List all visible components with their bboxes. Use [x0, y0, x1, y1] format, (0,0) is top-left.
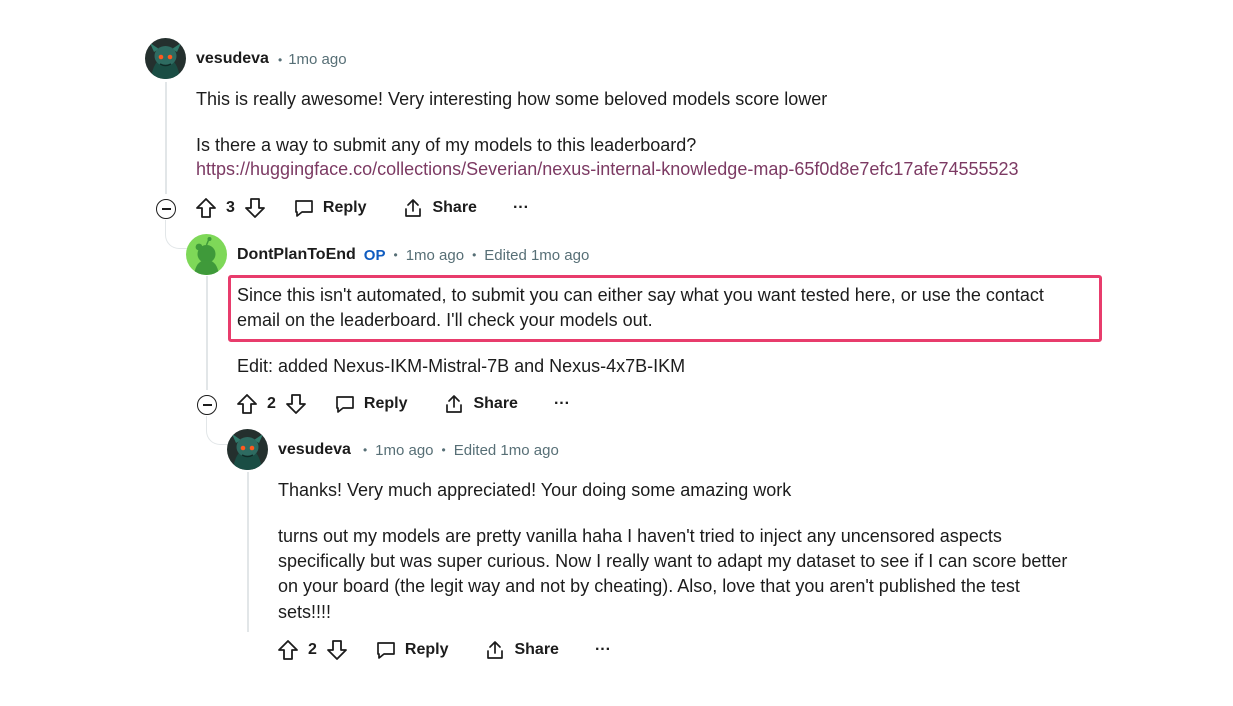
comment-timestamp[interactable]: 1mo ago — [375, 442, 433, 459]
avatar[interactable] — [145, 38, 186, 79]
meta-separator: • — [278, 52, 283, 67]
thread-curve-2 — [206, 416, 229, 445]
comment-body-line: Since this isn't automated, to submit yo… — [237, 285, 1044, 305]
reply-button[interactable]: Reply — [375, 639, 449, 661]
comment-icon — [336, 396, 354, 413]
meta-separator: • — [441, 443, 446, 457]
share-label: Share — [473, 395, 518, 412]
op-badge: OP — [363, 246, 386, 264]
meta-separator: • — [362, 443, 368, 457]
comment-body-line: This is really awesome! Very interesting… — [196, 89, 828, 109]
edited-label: Edited 1mo ago — [453, 441, 559, 459]
reply-button[interactable]: Reply — [334, 393, 408, 415]
avatar[interactable] — [186, 234, 227, 275]
upvote-icon[interactable] — [235, 392, 259, 416]
comment-actions: 3 Reply Share ··· — [194, 192, 529, 224]
avatar-icon — [227, 429, 268, 470]
comment-body-line: email on the leaderboard. I'll check you… — [237, 310, 653, 330]
comment-body-line: specifically but was super curious. Now … — [278, 551, 1068, 571]
collapse-thread-button[interactable] — [197, 395, 217, 415]
share-label: Share — [514, 641, 559, 658]
comment-link[interactable]: https://huggingface.co/collections/Sever… — [196, 159, 1019, 180]
reply-button[interactable]: Reply — [293, 197, 367, 219]
comment-icon — [295, 200, 313, 217]
reply-label: Reply — [322, 199, 367, 216]
share-button[interactable]: Share — [484, 639, 559, 661]
comment-body-line: Thanks! Very much appreciated! Your doin… — [278, 480, 792, 500]
thread-line-3 — [247, 472, 249, 632]
comment-header: DontPlanToEnd OP • 1mo ago • Edited 1mo … — [237, 246, 589, 264]
comment-username[interactable]: DontPlanToEnd — [237, 246, 356, 264]
collapse-thread-button[interactable] — [156, 199, 176, 219]
upvote-icon[interactable] — [276, 638, 300, 662]
reply-label: Reply — [404, 641, 449, 658]
share-icon — [487, 641, 504, 659]
share-button[interactable]: Share — [443, 393, 518, 415]
snoo-avatar-icon — [186, 234, 227, 275]
comment-body-line: Edit: added Nexus-IKM-Mistral-7B and Nex… — [237, 356, 686, 376]
avatar-icon — [145, 38, 186, 79]
avatar[interactable] — [227, 429, 268, 470]
thread-line-1 — [165, 82, 167, 194]
meta-separator: • — [472, 248, 477, 262]
thread-curve-1 — [165, 220, 188, 249]
vote-score: 2 — [308, 641, 317, 658]
vote-score: 2 — [267, 395, 276, 412]
meta-separator: • — [393, 248, 398, 262]
comment-actions: 2 Reply Share ··· — [235, 388, 570, 420]
more-options-button[interactable]: ··· — [595, 641, 611, 659]
vote-score: 3 — [226, 199, 235, 216]
comment-username[interactable]: vesudeva — [196, 50, 269, 68]
downvote-icon[interactable] — [243, 196, 267, 220]
comment-actions: 2 Reply Share ··· — [276, 634, 611, 666]
upvote-icon[interactable] — [194, 196, 218, 220]
share-icon — [405, 199, 422, 217]
comment-body-line: turns out my models are pretty vanilla h… — [278, 526, 1002, 546]
comment-timestamp[interactable]: 1mo ago — [406, 247, 464, 264]
share-button[interactable]: Share — [402, 197, 477, 219]
more-options-button[interactable]: ··· — [513, 199, 529, 217]
reply-label: Reply — [363, 395, 408, 412]
comment-header: vesudeva • 1mo ago • Edited 1mo ago — [278, 441, 559, 459]
comment-username[interactable]: vesudeva — [278, 441, 351, 459]
downvote-icon[interactable] — [284, 392, 308, 416]
comment-meta: • 1mo ago — [278, 51, 347, 68]
comment-body-line: sets!!!! — [278, 602, 332, 622]
thread-line-2 — [206, 276, 208, 390]
downvote-icon[interactable] — [325, 638, 349, 662]
comment-timestamp[interactable]: 1mo ago — [288, 51, 346, 68]
share-label: Share — [432, 199, 477, 216]
edited-label: Edited 1mo ago — [484, 246, 590, 264]
comment-body-line: Is there a way to submit any of my model… — [196, 135, 697, 155]
comment-icon — [377, 642, 395, 659]
more-options-button[interactable]: ··· — [554, 395, 570, 413]
comment-body-line: on your board (the legit way and not by … — [278, 576, 1020, 596]
share-icon — [446, 395, 463, 413]
